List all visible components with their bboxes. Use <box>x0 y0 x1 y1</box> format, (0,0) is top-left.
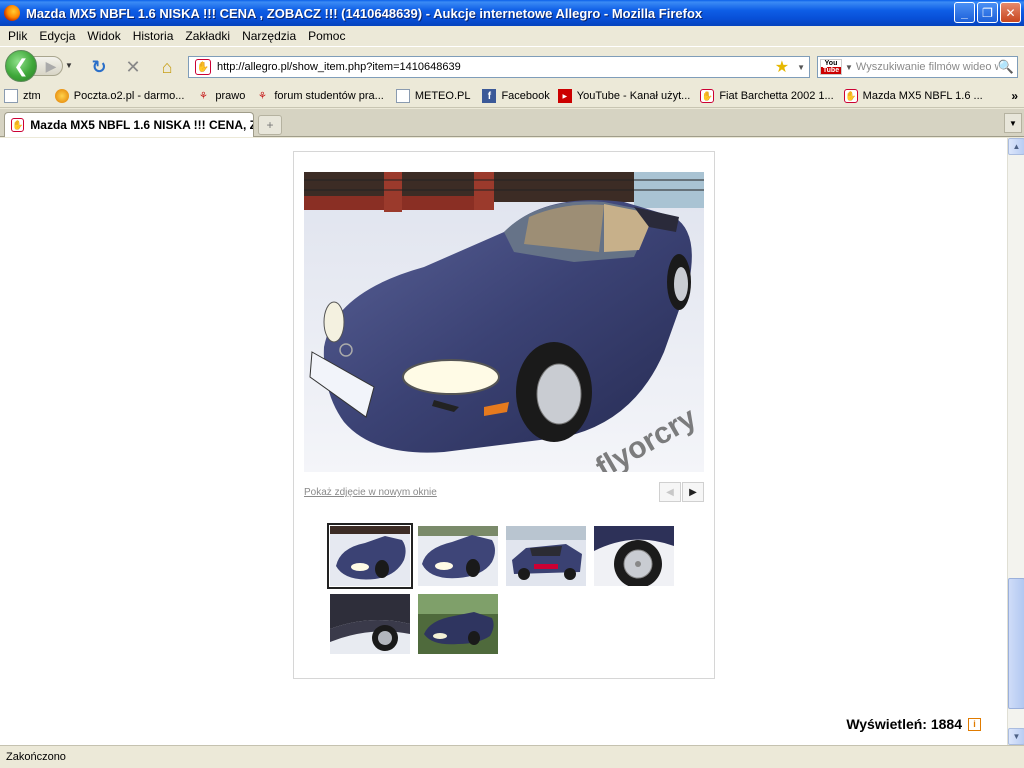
search-placeholder[interactable]: Wyszukiwanie filmów wideo w <box>856 61 998 73</box>
bookmark-label: Mazda MX5 NBFL 1.6 ... <box>862 90 983 102</box>
engine-dropdown-icon[interactable]: ▼ <box>845 63 853 72</box>
thumbnail-3[interactable] <box>506 526 586 586</box>
back-button[interactable]: ❮ <box>5 50 37 82</box>
thumbnail-1[interactable] <box>327 523 413 589</box>
bookmark-label: Poczta.o2.pl - darmo... <box>73 90 185 102</box>
stop-icon[interactable]: ✕ <box>122 56 144 78</box>
prev-photo-button[interactable]: ◀ <box>659 482 681 502</box>
allegro-site-icon: ✋ <box>195 59 211 75</box>
menu-widok[interactable]: Widok <box>81 29 126 43</box>
allegro-icon: ✋ <box>11 118 25 132</box>
bookmark-ztm[interactable]: ztm <box>4 89 41 103</box>
photo-gallery: flyorcry Pokaż zdjęcie w nowym oknie ◀ ▶ <box>293 151 715 679</box>
back-arrow-icon: ❮ <box>13 55 29 76</box>
menu-zakladki[interactable]: Zakładki <box>179 29 236 43</box>
url-bar[interactable]: ✋ http://allegro.pl/show_item.php?item=1… <box>188 56 810 78</box>
history-dropdown-icon[interactable]: ▼ <box>65 61 73 70</box>
bookmark-label: ztm <box>23 90 41 102</box>
bookmarks-overflow-icon[interactable]: » <box>1011 89 1018 103</box>
navigation-toolbar: ▶ ❮ ▼ ↻ ✕ ⌂ ✋ http://allegro.pl/show_ite… <box>0 46 1024 84</box>
tab-label: Mazda MX5 NBFL 1.6 NISKA !!! CENA, Z... <box>30 118 253 132</box>
minimize-button[interactable]: _ <box>954 2 975 23</box>
main-photo[interactable]: flyorcry <box>304 172 704 472</box>
tab-strip: ✋ Mazda MX5 NBFL 1.6 NISKA !!! CENA, Z..… <box>0 109 1024 137</box>
menu-narzedzia[interactable]: Narzędzia <box>236 29 302 43</box>
bookmark-label: YouTube - Kanał użyt... <box>576 90 691 102</box>
scroll-up-button[interactable]: ▲ <box>1008 138 1024 155</box>
reload-icon[interactable]: ↻ <box>88 56 110 78</box>
bookmark-label: METEO.PL <box>414 90 471 102</box>
engine-top-text: You <box>824 60 838 67</box>
o2-icon <box>54 89 69 103</box>
plus-icon: + <box>266 118 274 132</box>
search-icon[interactable]: 🔍 <box>998 59 1014 75</box>
menu-bar: Plik Edycja Widok Historia Zakładki Narz… <box>0 26 1024 46</box>
window-titlebar: Mazda MX5 NBFL 1.6 NISKA !!! CENA , ZOBA… <box>0 0 1024 26</box>
firefox-icon <box>4 5 20 21</box>
youtube-engine-icon[interactable]: You Tube <box>820 59 842 75</box>
menu-pomoc[interactable]: Pomoc <box>302 29 351 43</box>
menu-historia[interactable]: Historia <box>127 29 180 43</box>
red-figure-icon: ⚘ <box>257 90 267 102</box>
thumbnail-2[interactable] <box>418 526 498 586</box>
page-icon <box>395 89 410 103</box>
url-text[interactable]: http://allegro.pl/show_item.php?item=141… <box>217 61 775 73</box>
scroll-down-button[interactable]: ▼ <box>1008 728 1024 745</box>
bookmark-label: Facebook <box>501 90 550 102</box>
bookmark-label: prawo <box>215 90 246 102</box>
red-figure-icon: ⚘ <box>198 90 208 102</box>
thumbnail-5[interactable] <box>330 594 410 654</box>
bookmark-youtube[interactable]: ▶ YouTube - Kanał użyt... <box>557 89 691 103</box>
bookmark-mazda[interactable]: ✋ Mazda MX5 NBFL 1.6 ... <box>843 89 983 103</box>
next-photo-button[interactable]: ▶ <box>682 482 704 502</box>
new-tab-button[interactable]: + <box>258 115 282 135</box>
thumbnail-4[interactable] <box>594 526 674 586</box>
bookmark-forum[interactable]: ⚘ forum studentów pra... <box>255 89 384 103</box>
window-title: Mazda MX5 NBFL 1.6 NISKA !!! CENA , ZOBA… <box>26 5 703 21</box>
window-controls: _ ❐ ✕ <box>954 2 1021 23</box>
forward-button[interactable]: ▶ <box>33 56 63 76</box>
allegro-icon: ✋ <box>700 89 715 103</box>
close-button[interactable]: ✕ <box>1000 2 1021 23</box>
allegro-icon: ✋ <box>843 89 858 103</box>
bookmark-facebook[interactable]: f Facebook <box>482 89 550 103</box>
menu-plik[interactable]: Plik <box>2 29 33 43</box>
bookmark-star-icon[interactable]: ★ <box>775 57 789 77</box>
chevron-down-icon: ▼ <box>1009 118 1017 128</box>
bookmark-fiat-barchetta[interactable]: ✋ Fiat Barchetta 2002 1... <box>700 89 834 103</box>
info-icon[interactable]: i <box>968 717 981 731</box>
view-counter: Wyświetleń: 1884 i <box>846 716 981 732</box>
url-dropdown-icon[interactable]: ▼ <box>797 63 805 72</box>
status-bar: Zakończono <box>0 745 1024 768</box>
chevron-down-icon: ▼ <box>1012 732 1021 741</box>
arrow-left-icon: ◀ <box>666 486 674 498</box>
youtube-icon: ▶ <box>557 89 572 103</box>
vertical-scrollbar[interactable]: ▲ ▼ <box>1007 138 1024 745</box>
bookmarks-toolbar: ztm Poczta.o2.pl - darmo... ⚘ prawo ⚘ foru… <box>0 85 1024 108</box>
chevron-up-icon: ▲ <box>1012 142 1021 151</box>
bookmark-poczta-o2[interactable]: Poczta.o2.pl - darmo... <box>54 89 185 103</box>
bookmark-label: forum studentów pra... <box>274 90 384 102</box>
bookmark-label: Fiat Barchetta 2002 1... <box>719 90 834 102</box>
view-count-label: Wyświetleń: 1884 <box>846 716 962 732</box>
menu-edycja[interactable]: Edycja <box>33 29 81 43</box>
maximize-button[interactable]: ❐ <box>977 2 998 23</box>
open-photo-link[interactable]: Pokaż zdjęcie w nowym oknie <box>304 487 437 498</box>
home-icon[interactable]: ⌂ <box>156 56 178 78</box>
tab-list-button[interactable]: ▼ <box>1004 113 1022 133</box>
bookmark-prawo[interactable]: ⚘ prawo <box>196 89 245 103</box>
search-box[interactable]: You Tube ▼ Wyszukiwanie filmów wideo w 🔍 <box>817 56 1018 78</box>
tab-mazda[interactable]: ✋ Mazda MX5 NBFL 1.6 NISKA !!! CENA, Z..… <box>4 112 254 137</box>
bookmark-meteo[interactable]: METEO.PL <box>395 89 471 103</box>
car-photo: flyorcry <box>304 172 704 472</box>
forward-arrow-icon: ▶ <box>45 57 57 74</box>
scrollbar-thumb[interactable] <box>1008 578 1024 709</box>
status-text: Zakończono <box>6 751 66 763</box>
arrow-right-icon: ▶ <box>689 486 697 498</box>
page-content: flyorcry Pokaż zdjęcie w nowym oknie ◀ ▶ <box>0 138 1007 745</box>
page-icon <box>4 89 18 103</box>
engine-bottom-text: Tube <box>821 67 841 74</box>
thumbnail-6[interactable] <box>418 594 498 654</box>
facebook-icon: f <box>482 89 497 103</box>
